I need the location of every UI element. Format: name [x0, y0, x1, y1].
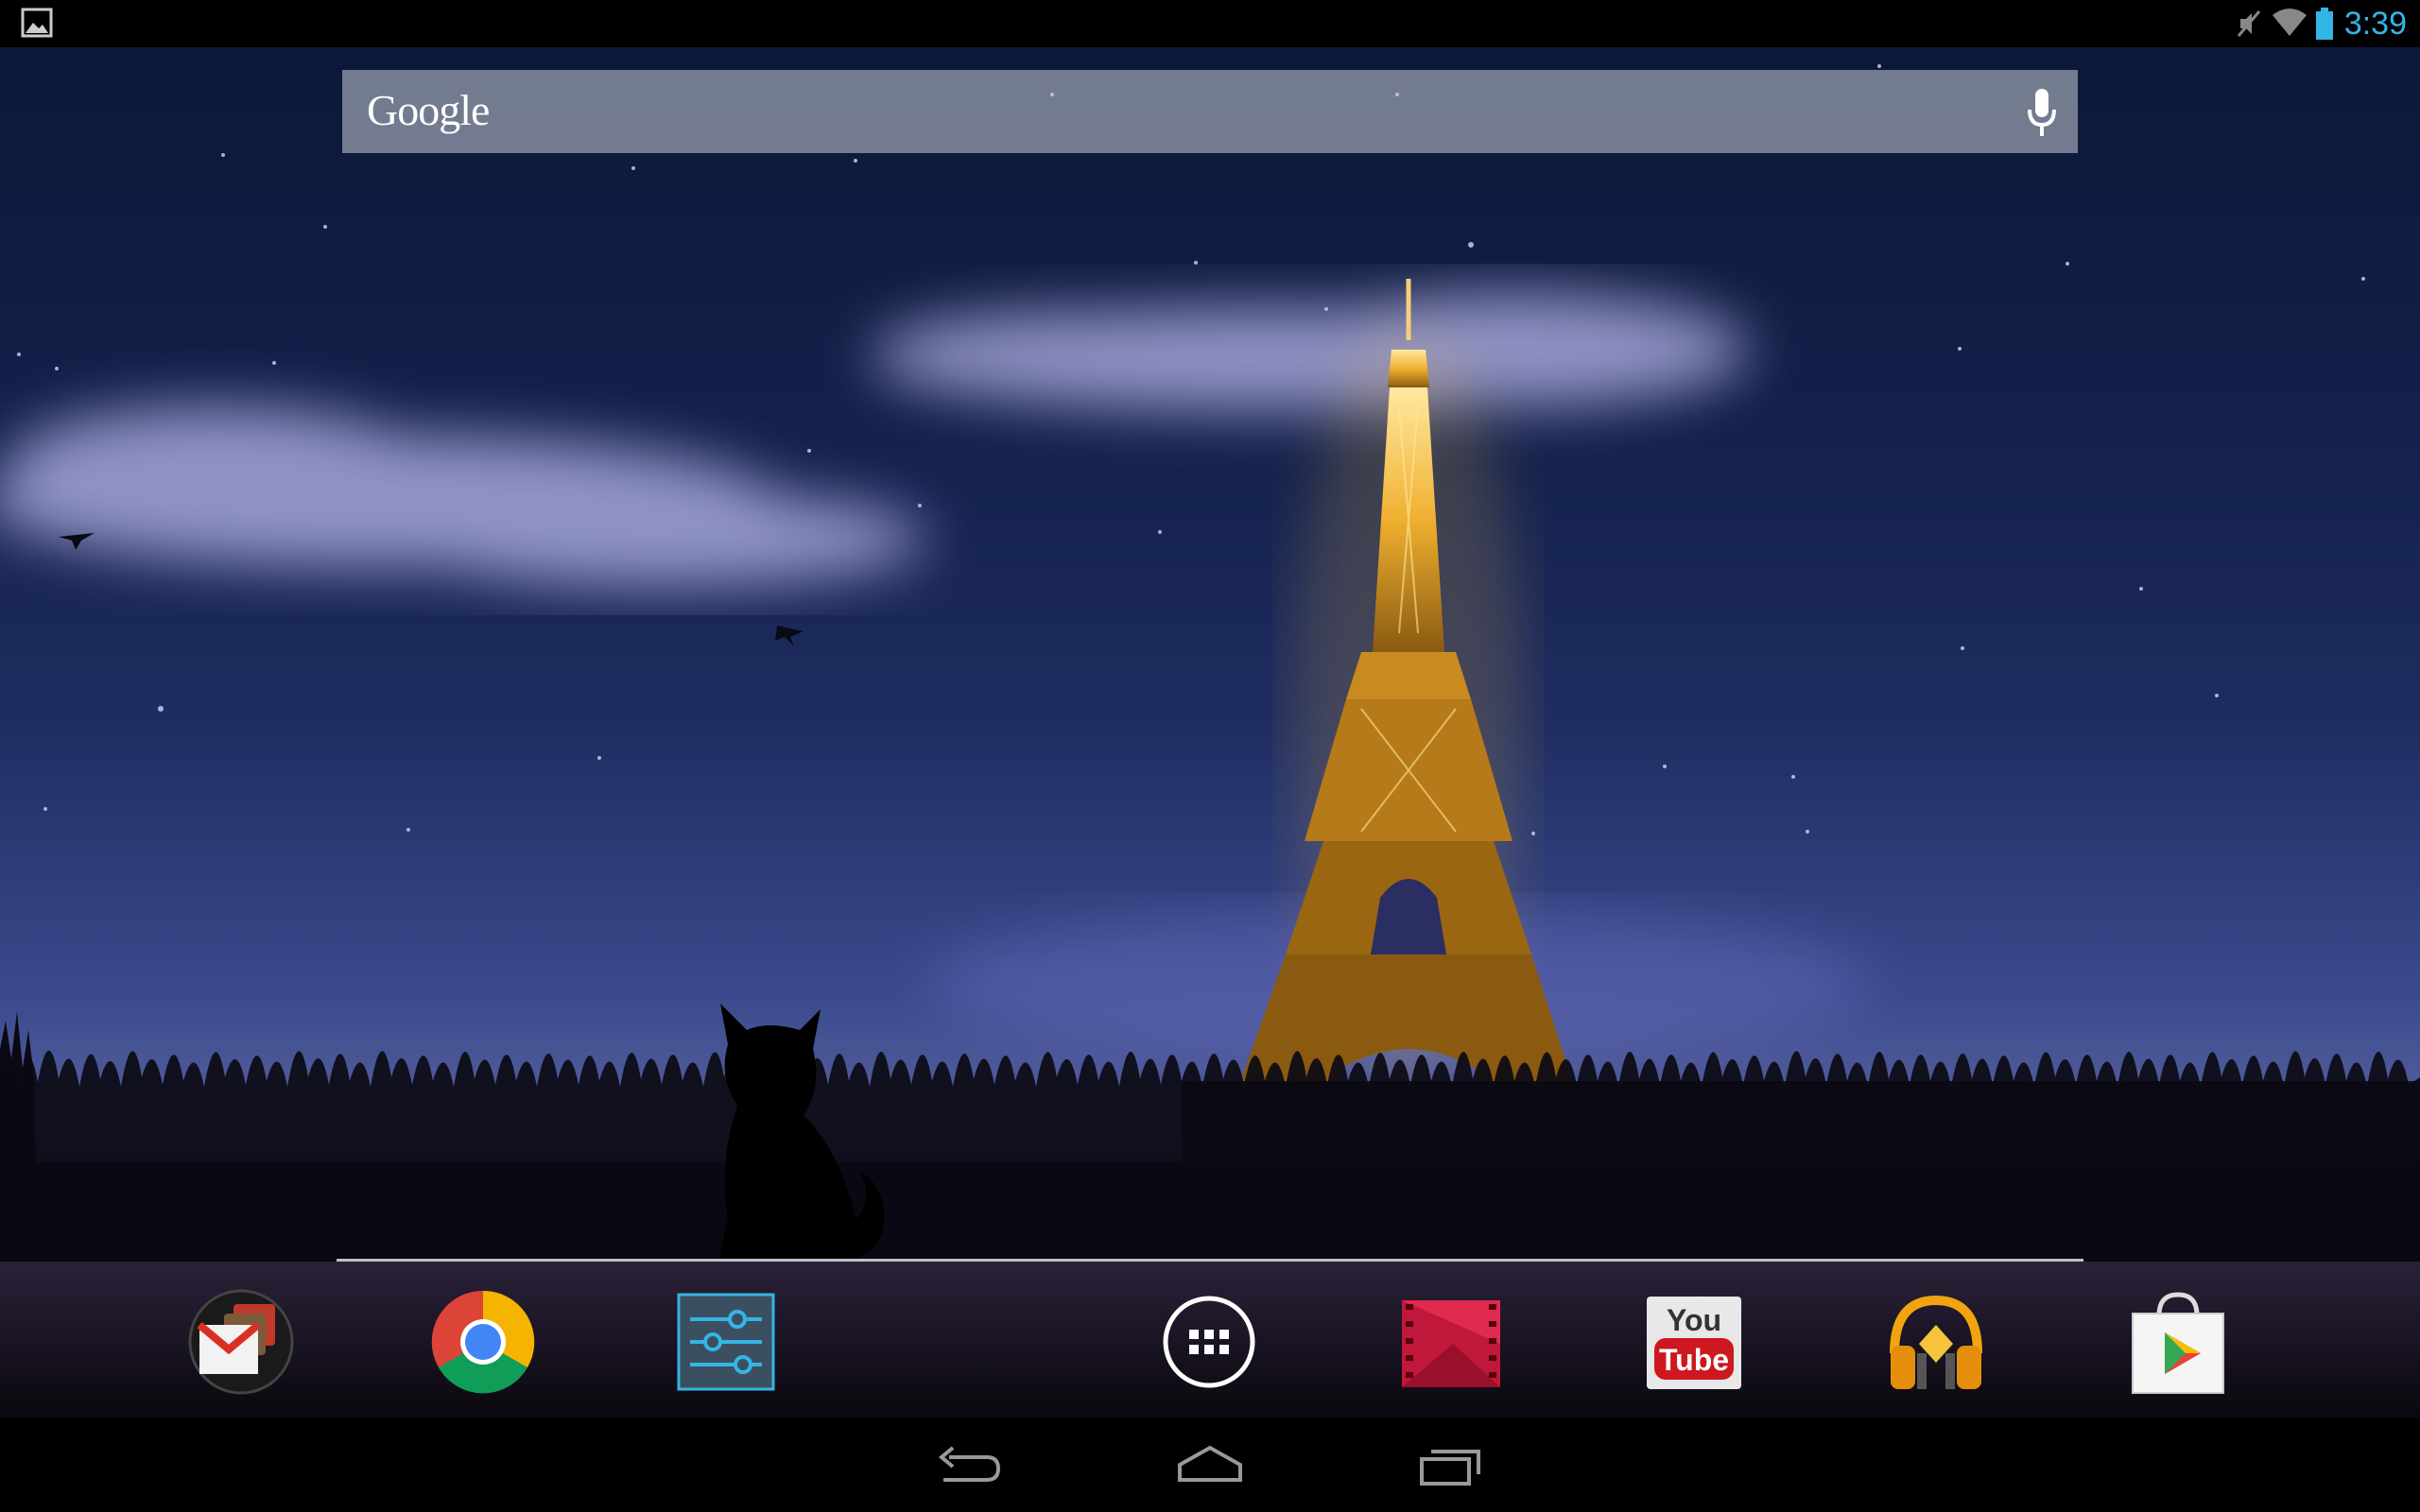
dock-divider: [337, 1259, 2083, 1262]
apps-grid-icon[interactable]: [1154, 1287, 1264, 1397]
mic-icon[interactable]: [2027, 87, 2057, 138]
clock: 3:39: [2343, 6, 2407, 42]
gmail-icon[interactable]: [186, 1287, 296, 1397]
youtube-icon[interactable]: You Tube: [1639, 1287, 1749, 1397]
image-icon[interactable]: [21, 8, 53, 38]
mute-icon: [2237, 10, 2261, 37]
movies-icon[interactable]: [1396, 1287, 1506, 1397]
status-bar: 3:39: [0, 0, 2420, 47]
recents-icon[interactable]: [1414, 1438, 1490, 1491]
play-store-icon[interactable]: [2123, 1287, 2233, 1397]
settings-icon[interactable]: [671, 1287, 781, 1397]
google-search-bar[interactable]: Google: [342, 70, 2078, 153]
wallpaper: [0, 47, 2420, 1262]
back-icon[interactable]: [930, 1438, 1006, 1491]
headphones-icon[interactable]: [1881, 1287, 1991, 1397]
youtube-label-you: You: [1667, 1303, 1721, 1337]
home-icon[interactable]: [1172, 1438, 1248, 1491]
google-logo: Google: [367, 86, 490, 134]
navigation-bar: [0, 1418, 2420, 1512]
battery-icon: [2316, 8, 2333, 40]
wallpaper-scene: [0, 64, 2420, 1262]
chrome-icon[interactable]: [428, 1287, 538, 1397]
wifi-icon: [2273, 9, 2307, 36]
youtube-label-tube: Tube: [1659, 1343, 1729, 1377]
